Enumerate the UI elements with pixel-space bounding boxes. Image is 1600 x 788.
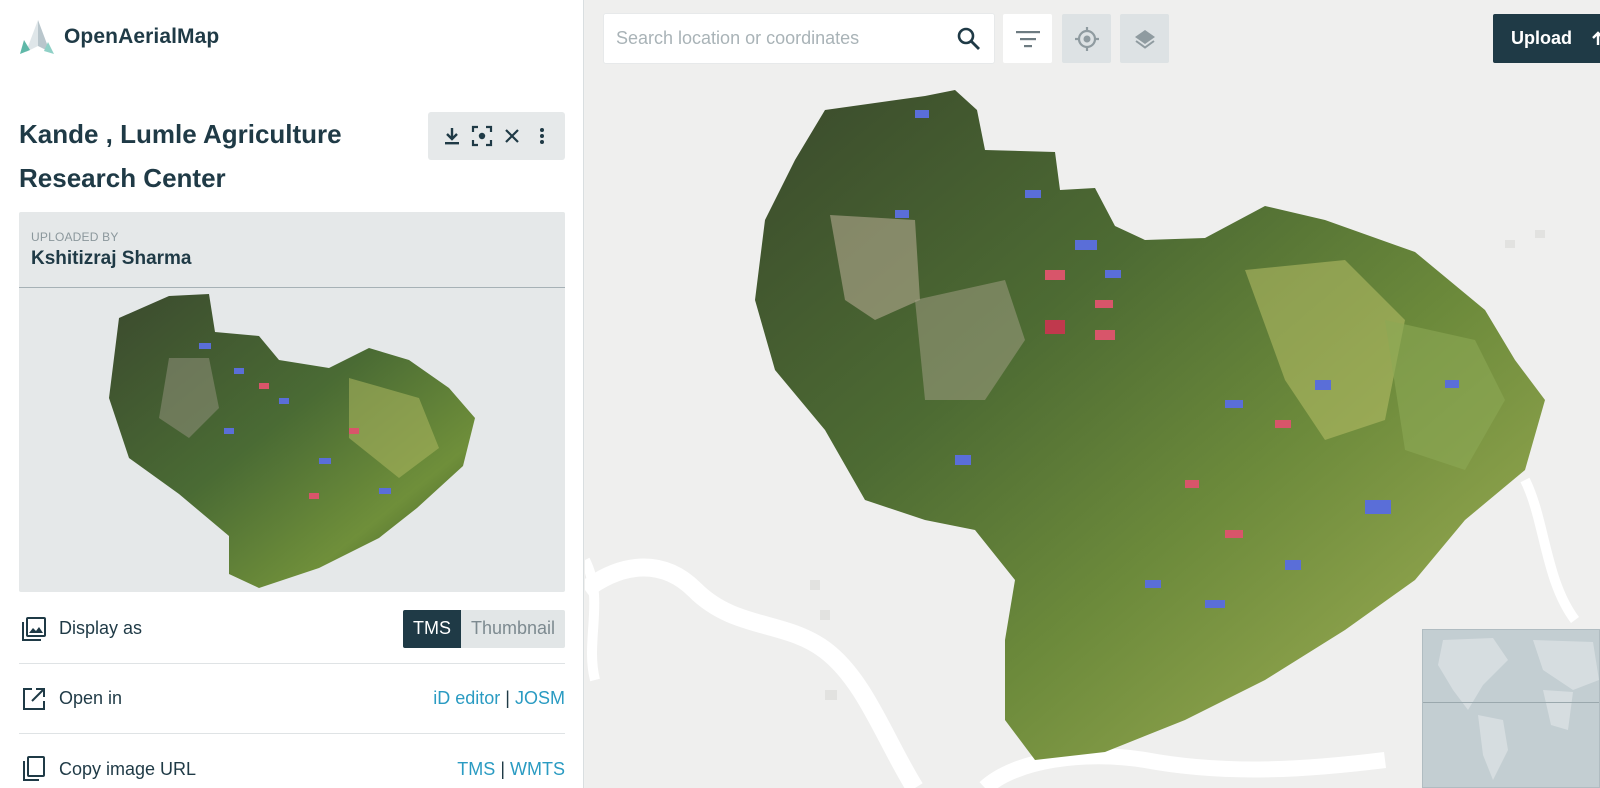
- world-map-graphic: [1423, 638, 1599, 780]
- open-in-row: Open in iD editor | JOSM: [19, 664, 565, 734]
- upload-icon: [1592, 30, 1600, 45]
- image-thumbnail: [109, 294, 475, 588]
- uploader-name[interactable]: Kshitizraj Sharma: [31, 248, 553, 270]
- search-icon[interactable]: [956, 26, 982, 52]
- more-options-button[interactable]: [530, 124, 554, 148]
- brand[interactable]: OpenAerialMap: [18, 18, 219, 56]
- image-stack-icon: [19, 614, 49, 644]
- copy-tms-link[interactable]: TMS: [457, 759, 495, 779]
- display-as-row: Display as TMS Thumbnail: [19, 594, 565, 664]
- zoom-to-fit-icon: [471, 125, 492, 147]
- copy-wmts-link[interactable]: WMTS: [510, 759, 565, 779]
- display-thumbnail-option[interactable]: Thumbnail: [460, 609, 565, 648]
- upload-label: Upload: [1511, 28, 1572, 48]
- close-button[interactable]: [500, 124, 524, 148]
- open-external-icon: [19, 684, 49, 714]
- overview-minimap[interactable]: [1422, 629, 1600, 788]
- id-editor-link[interactable]: iD editor: [433, 688, 500, 708]
- search-bar: [604, 14, 994, 63]
- uploader-section: UPLOADED BY Kshitizraj Sharma: [19, 212, 565, 288]
- josm-link[interactable]: JOSM: [515, 688, 565, 708]
- openaerialmap-logo-icon: [20, 20, 54, 54]
- image-actions-toolbar: [428, 112, 565, 160]
- locate-icon: [1074, 26, 1099, 51]
- download-button[interactable]: [440, 124, 464, 148]
- layers-icon: [1134, 29, 1155, 49]
- link-separator: |: [500, 758, 505, 779]
- copy-icon: [19, 754, 49, 784]
- search-input[interactable]: [616, 28, 956, 49]
- sidebar-panel: OpenAerialMap Kande , Lumle Agriculture …: [0, 0, 584, 788]
- open-in-links: iD editor | JOSM: [433, 688, 565, 709]
- layers-button[interactable]: [1120, 14, 1169, 63]
- zoom-to-fit-button[interactable]: [470, 124, 494, 148]
- display-tms-option[interactable]: TMS: [402, 609, 461, 648]
- image-title: Kande , Lumle Agriculture Research Cente…: [19, 119, 342, 193]
- link-separator: |: [505, 688, 510, 708]
- copy-url-row: Copy image URL TMS | WMTS: [19, 734, 565, 788]
- upload-button[interactable]: Upload: [1493, 14, 1600, 63]
- open-in-label: Open in: [59, 688, 123, 708]
- download-icon: [444, 128, 459, 145]
- brand-name: OpenAerialMap: [64, 25, 220, 48]
- copy-url-links: TMS | WMTS: [457, 759, 565, 780]
- close-icon: [504, 129, 519, 143]
- locate-button[interactable]: [1062, 14, 1111, 63]
- uploaded-by-label: UPLOADED BY: [31, 230, 119, 244]
- display-as-label: Display as: [59, 618, 143, 638]
- display-as-toggle: TMS Thumbnail: [402, 609, 565, 648]
- more-vert-icon: [539, 128, 544, 144]
- filter-icon: [1015, 30, 1040, 47]
- filter-button[interactable]: [1003, 14, 1052, 63]
- image-preview-card: UPLOADED BY Kshitizraj Sharma: [19, 212, 565, 592]
- copy-url-label: Copy image URL: [59, 758, 197, 779]
